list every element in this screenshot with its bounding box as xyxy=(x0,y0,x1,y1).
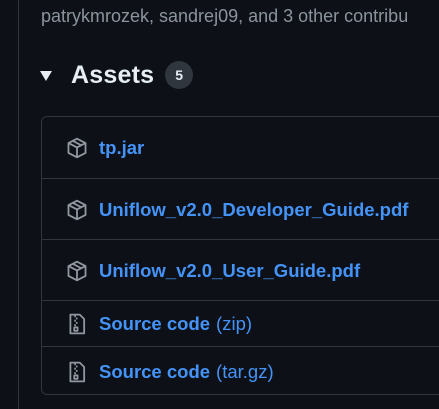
asset-row-tp-jar[interactable]: tp.jar xyxy=(42,117,439,178)
asset-link[interactable]: Uniflow_v2.0_User_Guide.pdf xyxy=(99,260,360,282)
timeline-divider xyxy=(18,0,19,409)
assets-toggle[interactable]: Assets 5 xyxy=(40,58,194,92)
assets-title: Assets xyxy=(71,60,155,89)
package-icon xyxy=(66,260,88,282)
asset-link[interactable]: Source code xyxy=(99,361,210,383)
triangle-down-icon xyxy=(40,71,52,81)
asset-format: (zip) xyxy=(216,313,253,334)
asset-link[interactable]: Source code xyxy=(99,313,210,335)
release-assets-page: patrykmrozek, sandrej09, and 3 other con… xyxy=(0,0,439,409)
file-zip-icon xyxy=(66,313,88,335)
package-icon xyxy=(66,199,88,221)
file-zip-icon xyxy=(66,361,88,383)
asset-row-source-targz[interactable]: Source code (tar.gz) xyxy=(42,346,439,394)
asset-link[interactable]: Uniflow_v2.0_Developer_Guide.pdf xyxy=(99,199,408,221)
asset-row-source-zip[interactable]: Source code (zip) xyxy=(42,300,439,347)
assets-count-badge: 5 xyxy=(165,61,194,89)
package-icon xyxy=(66,137,88,159)
asset-row-developer-guide[interactable]: Uniflow_v2.0_Developer_Guide.pdf xyxy=(42,178,439,240)
asset-link[interactable]: tp.jar xyxy=(99,137,144,159)
contributors-text: patrykmrozek, sandrej09, and 3 other con… xyxy=(41,6,409,26)
asset-format: (tar.gz) xyxy=(216,360,274,382)
assets-list: tp.jar Uniflow_v2.0_Developer_Guide.pdf xyxy=(41,116,439,395)
asset-row-user-guide[interactable]: Uniflow_v2.0_User_Guide.pdf xyxy=(42,239,439,301)
